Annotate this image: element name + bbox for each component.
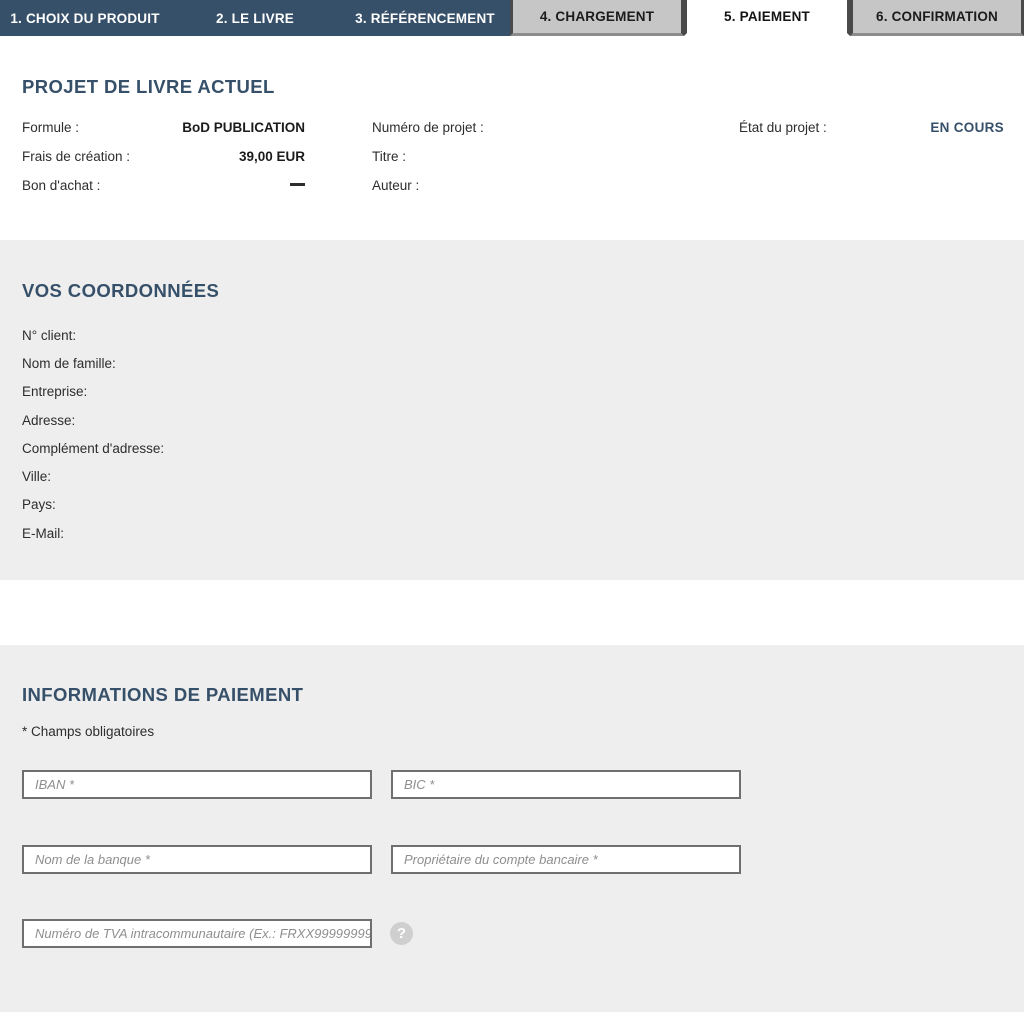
- step-tab-label: 6. CONFIRMATION: [876, 9, 998, 24]
- bank-name-input-placeholder: Nom de la banque *: [35, 852, 150, 867]
- contact-details-section: VOS COORDONNÉES N° client: Nom de famill…: [0, 240, 1024, 580]
- project-field-etat-du-projet: État du projet : EN COURS: [739, 120, 1004, 135]
- bic-input-placeholder: BIC *: [404, 777, 435, 792]
- contact-label: Pays:: [22, 497, 56, 513]
- project-field-value: BoD PUBLICATION: [182, 120, 305, 135]
- step-tab-2-le-livre[interactable]: 2. LE LIVRE: [170, 0, 340, 36]
- project-field-label: Formule :: [22, 120, 80, 135]
- project-field-bon-d-achat: Bon d'achat :: [22, 178, 372, 193]
- project-row: Bon d'achat : Auteur :: [22, 171, 1004, 200]
- contact-row-numero-client: N° client:: [22, 321, 170, 349]
- account-owner-input[interactable]: Propriétaire du compte bancaire *: [391, 845, 741, 874]
- project-summary-grid: Formule : BoD PUBLICATION Numéro de proj…: [22, 113, 1004, 200]
- step-tab-label: 2. LE LIVRE: [216, 10, 294, 26]
- status-badge: EN COURS: [930, 120, 1004, 135]
- contact-label: Ville:: [22, 469, 52, 485]
- project-field-formule: Formule : BoD PUBLICATION: [22, 120, 372, 135]
- contact-row-entreprise: Entreprise:: [22, 378, 170, 406]
- contact-label: N° client:: [22, 327, 77, 343]
- contact-section-title: VOS COORDONNÉES: [22, 280, 220, 301]
- payment-section-title: INFORMATIONS DE PAIEMENT: [22, 684, 304, 705]
- vat-number-input[interactable]: Numéro de TVA intracommunautaire (Ex.: F…: [22, 919, 372, 948]
- project-row: Formule : BoD PUBLICATION Numéro de proj…: [22, 113, 1004, 142]
- project-field-value: [100, 178, 372, 193]
- step-tab-4-chargement[interactable]: 4. CHARGEMENT: [510, 0, 684, 36]
- contact-row-complement-d-adresse: Complément d'adresse:: [22, 434, 170, 462]
- required-fields-note: * Champs obligatoires: [22, 724, 155, 739]
- account-owner-input-placeholder: Propriétaire du compte bancaire *: [404, 852, 598, 867]
- vat-number-input-placeholder: Numéro de TVA intracommunautaire (Ex.: F…: [35, 926, 372, 941]
- contact-details-list: N° client: Nom de famille: Entreprise: A…: [22, 321, 170, 547]
- contact-label: Adresse:: [22, 412, 76, 428]
- current-project-section: PROJET DE LIVRE ACTUEL Formule : BoD PUB…: [0, 36, 1024, 240]
- contact-label: Complément d'adresse:: [22, 440, 165, 456]
- checkout-step-tabs: 1. CHOIX DU PRODUIT 2. LE LIVRE 3. RÉFÉR…: [0, 0, 1024, 36]
- contact-row-email: E-Mail:: [22, 519, 170, 547]
- project-field-value: 39,00 EUR: [238, 149, 305, 164]
- contact-row-adresse: Adresse:: [22, 406, 170, 434]
- section-divider: [0, 580, 1024, 645]
- empty-value-dash-icon: [290, 183, 305, 187]
- step-tab-1-choix-du-produit[interactable]: 1. CHOIX DU PRODUIT: [0, 0, 170, 36]
- contact-label: Entreprise:: [22, 384, 88, 400]
- step-tab-label: 3. RÉFÉRENCEMENT: [355, 10, 495, 26]
- contact-row-ville: Ville:: [22, 462, 170, 490]
- iban-input[interactable]: IBAN *: [22, 770, 372, 799]
- project-field-auteur: Auteur :: [372, 178, 739, 193]
- project-row: Frais de création : 39,00 EUR Titre :: [22, 142, 1004, 171]
- project-field-frais-de-creation: Frais de création : 39,00 EUR: [22, 149, 372, 164]
- contact-label: E-Mail:: [22, 525, 65, 541]
- project-field-label: Numéro de projet :: [372, 120, 484, 135]
- step-tab-5-paiement[interactable]: 5. PAIEMENT: [684, 0, 850, 36]
- step-tab-label: 4. CHARGEMENT: [539, 9, 655, 24]
- iban-input-placeholder: IBAN *: [35, 777, 75, 792]
- project-section-title: PROJET DE LIVRE ACTUEL: [22, 76, 275, 97]
- project-field-label: Titre :: [372, 149, 407, 164]
- step-tab-label: 5. PAIEMENT: [724, 9, 810, 24]
- contact-row-nom-de-famille: Nom de famille:: [22, 349, 170, 377]
- bank-name-input[interactable]: Nom de la banque *: [22, 845, 372, 874]
- contact-label: Nom de famille:: [22, 355, 116, 371]
- project-field-label: Bon d'achat :: [22, 178, 101, 193]
- bic-input[interactable]: BIC *: [391, 770, 741, 799]
- help-icon[interactable]: ?: [390, 922, 413, 945]
- project-field-numero-de-projet: Numéro de projet :: [372, 120, 739, 135]
- project-field-label: Auteur :: [372, 178, 420, 193]
- contact-row-pays: Pays:: [22, 491, 170, 519]
- project-field-label: État du projet :: [739, 120, 827, 135]
- step-tab-label: 1. CHOIX DU PRODUIT: [10, 10, 160, 26]
- step-tab-3-referencement[interactable]: 3. RÉFÉRENCEMENT: [340, 0, 510, 36]
- payment-information-section: INFORMATIONS DE PAIEMENT: [0, 645, 1024, 1012]
- step-tab-6-confirmation[interactable]: 6. CONFIRMATION: [850, 0, 1024, 36]
- payment-step-page: 1. CHOIX DU PRODUIT 2. LE LIVRE 3. RÉFÉR…: [0, 0, 1024, 1012]
- project-field-titre: Titre :: [372, 149, 739, 164]
- project-field-label: Frais de création :: [22, 149, 131, 164]
